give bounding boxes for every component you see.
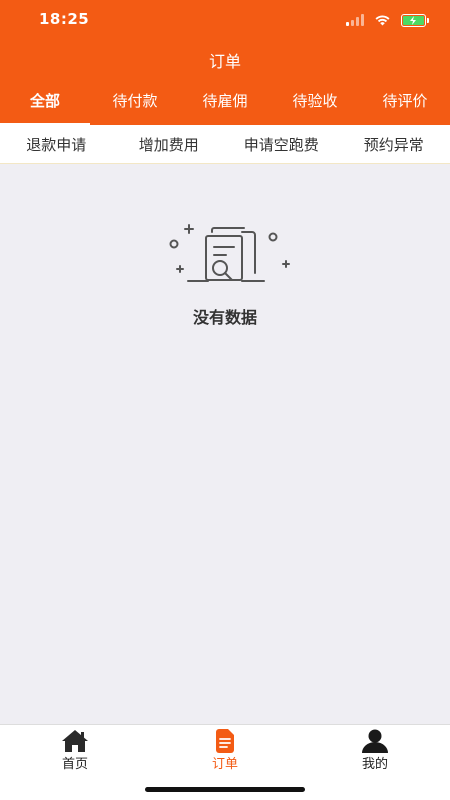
wifi-icon xyxy=(375,15,390,26)
home-icon xyxy=(61,729,89,753)
tabbar-orders-label: 订单 xyxy=(211,757,238,772)
cellular-signal-icon xyxy=(346,14,364,26)
app-header: 18:25 订单 全部 待付款 待雇佣 待验收 待评价 xyxy=(0,0,450,126)
tab-pending-hire[interactable]: 待雇佣 xyxy=(180,84,270,122)
page-title: 订单 xyxy=(208,52,241,71)
battery-icon xyxy=(401,13,429,27)
subtab-empty-run-fee[interactable]: 申请空跑费 xyxy=(225,134,338,155)
order-document-icon xyxy=(213,729,237,753)
subtab-extra-fee[interactable]: 增加费用 xyxy=(113,134,226,155)
tab-all[interactable]: 全部 xyxy=(0,84,90,126)
tab-pending-payment[interactable]: 待付款 xyxy=(90,84,180,122)
order-subtabs: 退款申请 增加费用 申请空跑费 预约异常 xyxy=(0,125,450,164)
subtab-refund-request[interactable]: 退款申请 xyxy=(0,134,113,155)
home-indicator xyxy=(145,787,305,792)
status-time: 18:25 xyxy=(39,10,90,28)
tabbar-home-label: 首页 xyxy=(61,757,88,772)
no-data-icon xyxy=(169,224,290,282)
tab-pending-acceptance[interactable]: 待验收 xyxy=(270,84,360,122)
tab-pending-review[interactable]: 待评价 xyxy=(360,84,450,122)
status-icons xyxy=(346,12,429,28)
tabbar-me-label: 我的 xyxy=(361,757,388,772)
empty-state-text: 没有数据 xyxy=(192,308,257,327)
order-status-tabs: 全部 待付款 待雇佣 待验收 待评价 xyxy=(0,84,450,126)
tabbar-home[interactable]: 首页 xyxy=(0,725,150,800)
subtab-booking-exception[interactable]: 预约异常 xyxy=(338,134,450,155)
tabbar-me[interactable]: 我的 xyxy=(300,725,450,800)
empty-state: 没有数据 xyxy=(0,220,450,328)
user-icon xyxy=(361,729,389,753)
status-bar: 18:25 xyxy=(0,0,450,40)
